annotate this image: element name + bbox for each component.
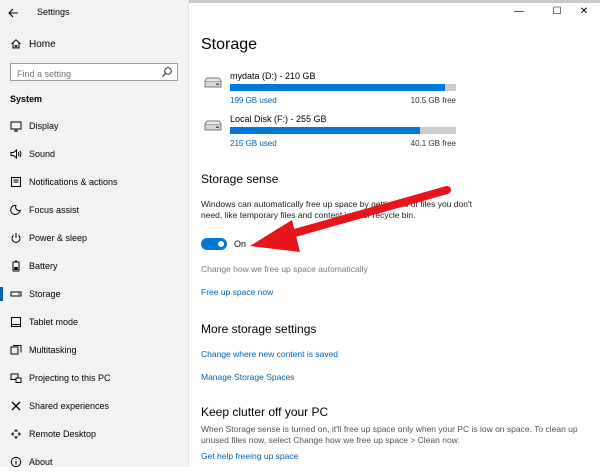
toggle-state-label: On	[234, 239, 247, 249]
sidebar-item-sound[interactable]: Sound	[0, 140, 189, 168]
manage-storage-spaces-link[interactable]: Manage Storage Spaces	[201, 372, 295, 382]
drive-name: mydata (D:) - 210 GB	[230, 71, 316, 81]
sidebar-item-label: Power & sleep	[29, 233, 88, 243]
sidebar-item-projecting[interactable]: Projecting to this PC	[0, 364, 189, 392]
sidebar-item-label: Battery	[29, 261, 58, 271]
section-heading-system: System	[10, 94, 43, 104]
free-up-space-link[interactable]: Free up space now	[201, 287, 273, 297]
sidebar-item-label: Multitasking	[29, 345, 77, 355]
sidebar-nav: Display Sound Notifications & actions Fo…	[0, 112, 189, 476]
drive-icon	[204, 120, 222, 131]
drive-free-label: 10.5 GB free	[410, 96, 456, 105]
storage-sense-heading: Storage sense	[201, 172, 279, 186]
shared-experiences-icon	[10, 400, 22, 412]
drive-free-label: 40.1 GB free	[410, 139, 456, 148]
home-icon	[10, 38, 22, 50]
minimize-button[interactable]: —	[513, 6, 525, 17]
drive-usage-fill	[230, 127, 420, 134]
content-pane: — ☐ ✕ Storage mydata (D:) - 210 GB 199 G…	[189, 0, 600, 467]
search-input[interactable]	[11, 66, 157, 82]
sidebar-item-label: Remote Desktop	[29, 429, 97, 439]
tablet-icon	[10, 316, 22, 328]
sidebar-item-battery[interactable]: Battery	[0, 252, 189, 280]
toggle-knob	[218, 241, 224, 247]
sidebar-item-label: Focus assist	[29, 205, 80, 215]
sidebar-item-label: Tablet mode	[29, 317, 79, 327]
display-icon	[10, 120, 22, 132]
sidebar-item-remote-desktop[interactable]: Remote Desktop	[0, 420, 189, 448]
sidebar-item-label: Shared experiences	[29, 401, 110, 411]
sidebar-item-label: Projecting to this PC	[29, 373, 111, 383]
sidebar-item-storage[interactable]: Storage	[0, 280, 189, 308]
sidebar-item-multitasking[interactable]: Multitasking	[0, 336, 189, 364]
focus-assist-icon	[10, 204, 22, 216]
search-icon	[162, 67, 172, 77]
window-title: Settings	[37, 7, 70, 17]
sidebar: Settings Home System Display Sound Notif…	[0, 0, 189, 468]
drive-usage-bar	[230, 84, 456, 91]
sidebar-item-label: About	[29, 457, 53, 467]
drive-icon	[204, 77, 222, 88]
sidebar-item-about[interactable]: About	[0, 448, 189, 476]
sidebar-item-display[interactable]: Display	[0, 112, 189, 140]
sidebar-item-shared-experiences[interactable]: Shared experiences	[0, 392, 189, 420]
drive-name: Local Disk (F:) - 255 GB	[230, 114, 327, 124]
about-icon	[10, 456, 22, 468]
battery-icon	[10, 260, 22, 272]
keep-clutter-description: When Storage sense is turned on, it'll f…	[201, 424, 578, 445]
sidebar-item-label: Sound	[29, 149, 56, 159]
sidebar-item-label: Notifications & actions	[29, 177, 118, 187]
drive-item-d[interactable]: mydata (D:) - 210 GB 199 GB used 10.5 GB…	[201, 71, 461, 111]
page-title: Storage	[201, 36, 258, 53]
remote-desktop-icon	[10, 428, 22, 440]
notifications-icon	[10, 176, 22, 188]
drive-usage-fill	[230, 84, 445, 91]
keep-clutter-heading: Keep clutter off your PC	[201, 405, 329, 419]
close-button[interactable]: ✕	[578, 6, 590, 17]
drive-used-label: 215 GB used	[230, 139, 277, 148]
sidebar-item-label: Display	[29, 121, 59, 131]
maximize-button[interactable]: ☐	[551, 6, 563, 17]
change-save-location-link[interactable]: Change where new content is saved	[201, 349, 338, 359]
help-freeing-space-link[interactable]: Get help freeing up space	[201, 451, 298, 461]
home-label: Home	[29, 38, 56, 50]
storage-icon	[10, 288, 22, 300]
storage-sense-description: Windows can automatically free up space …	[201, 199, 472, 220]
projecting-icon	[10, 372, 22, 384]
sound-icon	[10, 148, 22, 160]
title-bar: Settings	[0, 3, 189, 23]
multitasking-icon	[10, 344, 22, 356]
more-storage-heading: More storage settings	[201, 322, 317, 336]
sidebar-item-label: Storage	[29, 289, 61, 299]
drive-item-f[interactable]: Local Disk (F:) - 255 GB 215 GB used 40.…	[201, 114, 461, 154]
sidebar-item-focus-assist[interactable]: Focus assist	[0, 196, 189, 224]
storage-sense-toggle[interactable]	[201, 238, 227, 250]
sidebar-item-notifications[interactable]: Notifications & actions	[0, 168, 189, 196]
sidebar-item-tablet-mode[interactable]: Tablet mode	[0, 308, 189, 336]
drive-used-label: 199 GB used	[230, 96, 277, 105]
sidebar-item-power-sleep[interactable]: Power & sleep	[0, 224, 189, 252]
back-button[interactable]	[6, 6, 20, 20]
search-box[interactable]	[10, 63, 178, 82]
change-free-space-link[interactable]: Change how we free up space automaticall…	[201, 264, 368, 274]
back-arrow-icon	[7, 8, 18, 18]
sidebar-item-home[interactable]: Home	[0, 33, 189, 55]
power-icon	[10, 232, 22, 244]
drive-usage-bar	[230, 127, 456, 134]
